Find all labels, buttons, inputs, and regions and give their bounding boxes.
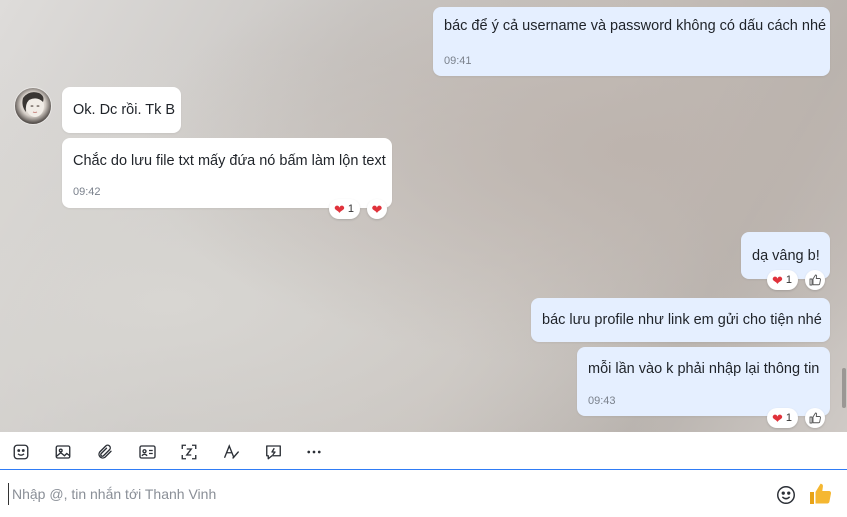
reaction-summary[interactable]: ❤ 1 [767,408,799,428]
message-text: mỗi lần vào k phải nhập lại thông tin [588,361,820,377]
message-text: Ok. Dc rồi. Tk B [73,102,176,118]
message-text: dạ vâng b! [752,248,820,264]
attachment-icon[interactable] [94,441,116,463]
message-input[interactable] [8,483,748,505]
heart-icon: ❤ [772,410,783,426]
message-time: 09:42 [73,186,101,198]
quick-message-icon[interactable] [262,441,284,463]
message-text: bác lưu profile như link em gửi cho tiện… [542,312,822,328]
message-text: Chắc do lưu file txt mấy đứa nó bấm làm … [73,153,386,169]
contact-card-icon[interactable] [136,441,158,463]
text-format-icon[interactable] [220,441,242,463]
screenshot-icon[interactable] [178,441,200,463]
message-bubble-outgoing[interactable]: mỗi lần vào k phải nhập lại thông tin 09… [577,347,830,416]
message-time: 09:41 [444,55,472,67]
thumbs-up-icon [809,412,821,424]
heart-icon: ❤ [371,201,383,217]
image-icon[interactable] [52,441,74,463]
react-button[interactable]: ❤ [367,199,387,219]
composer-toolbar [0,432,847,470]
reaction-summary[interactable]: ❤ 1 [329,199,361,219]
reaction-summary[interactable]: ❤ 1 [767,270,799,290]
heart-icon: ❤ [334,201,345,217]
message-time: 09:43 [588,395,616,407]
message-text: bác để ý cả username và password không c… [444,18,827,34]
emoji-icon[interactable] [775,484,797,506]
like-send-icon[interactable] [808,482,832,506]
react-button[interactable] [805,408,825,428]
reaction-count: 1 [347,203,355,215]
reaction-count: 1 [785,274,793,286]
sticker-icon[interactable] [10,441,32,463]
thumbs-up-icon [809,274,821,286]
message-bubble-outgoing[interactable]: bác lưu profile như link em gửi cho tiện… [531,298,830,342]
message-bubble-outgoing[interactable]: bác để ý cả username và password không c… [433,7,830,76]
heart-icon: ❤ [772,272,783,288]
chat-area: bác để ý cả username và password không c… [0,0,847,432]
avatar[interactable] [14,87,52,125]
message-bubble-incoming[interactable]: Ok. Dc rồi. Tk B [62,87,181,133]
scrollbar[interactable] [842,368,846,408]
message-bubble-incoming[interactable]: Chắc do lưu file txt mấy đứa nó bấm làm … [62,138,392,208]
more-icon[interactable] [303,441,325,463]
reaction-count: 1 [785,412,793,424]
react-button[interactable] [805,270,825,290]
composer [0,471,847,517]
